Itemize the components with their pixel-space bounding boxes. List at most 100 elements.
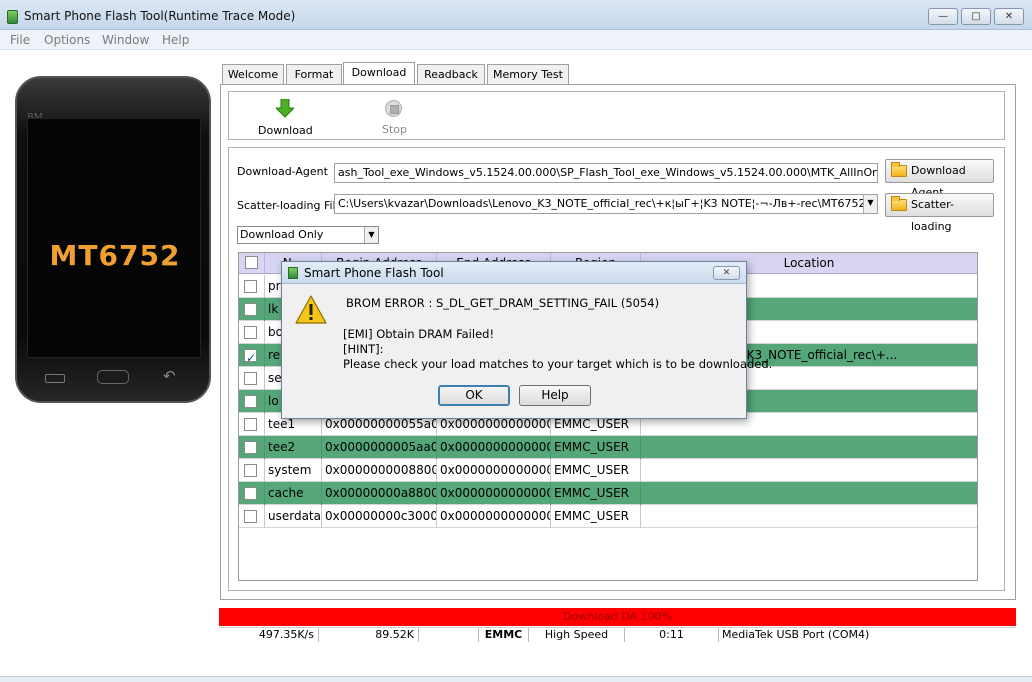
transfer-speed: 497.35K/s <box>219 628 319 642</box>
cell-region: EMMC_USER <box>551 505 641 528</box>
tab-format[interactable]: Format <box>286 64 342 84</box>
menu-options[interactable]: Options <box>44 33 90 47</box>
header-select-all[interactable] <box>239 253 265 274</box>
cell-checkbox <box>239 505 265 528</box>
menu-help[interactable]: Help <box>162 33 189 47</box>
download-arrow-icon[interactable] <box>276 99 294 119</box>
tab-download[interactable]: Download <box>343 62 415 85</box>
download-agent-label: Download-Agent <box>237 165 328 178</box>
cell-checkbox <box>239 482 265 505</box>
cell-region: EMMC_USER <box>551 459 641 482</box>
cell-checkbox <box>239 413 265 436</box>
cell-region: EMMC_USER <box>551 436 641 459</box>
partition-checkbox[interactable] <box>244 487 257 500</box>
partition-checkbox[interactable] <box>244 372 257 385</box>
cell-begin-address: 0x0000000005aa0000 <box>322 436 437 459</box>
status-blank <box>419 628 479 642</box>
select-all-checkbox[interactable] <box>245 256 258 269</box>
help-button[interactable]: Help <box>519 385 591 406</box>
transfer-size: 89.52K <box>319 628 419 642</box>
cell-end-address: 0x0000000000000000 <box>437 436 551 459</box>
title-bar: Smart Phone Flash Tool(Runtime Trace Mod… <box>0 0 1032 30</box>
cell-name: cache <box>265 482 322 505</box>
cell-name: tee2 <box>265 436 322 459</box>
download-agent-path-input[interactable]: ash_Tool_exe_Windows_v5.1524.00.000\SP_F… <box>334 163 878 183</box>
partition-checkbox[interactable] <box>244 441 257 454</box>
dialog-close-button[interactable]: ✕ <box>713 266 740 280</box>
cell-checkbox <box>239 298 265 321</box>
folder-icon <box>891 162 907 177</box>
table-row[interactable]: cache0x00000000a88000000x000000000000000… <box>239 482 977 505</box>
cell-checkbox <box>239 367 265 390</box>
partition-checkbox[interactable] <box>244 395 257 408</box>
scatter-file-label: Scatter-loading File <box>237 199 343 212</box>
table-row[interactable]: system0x00000000088000000x00000000000000… <box>239 459 977 482</box>
minimize-button[interactable]: — <box>928 8 958 25</box>
tab-welcome[interactable]: Welcome <box>222 64 284 84</box>
cell-location <box>641 459 977 482</box>
scatter-file-value: C:\Users\kvazar\Downloads\Lenovo_K3_NOTE… <box>338 197 878 210</box>
cell-checkbox <box>239 436 265 459</box>
table-row[interactable]: userdata0x00000000c30000000x000000000000… <box>239 505 977 528</box>
cell-name: userdata <box>265 505 322 528</box>
download-mode-value: Download Only <box>240 228 324 241</box>
cell-begin-address: 0x00000000a8800000 <box>322 482 437 505</box>
hint-label: [HINT]: <box>343 342 384 356</box>
error-dialog: Smart Phone Flash Tool ✕ BROM ERROR : S_… <box>281 261 772 419</box>
download-button[interactable]: Download <box>258 124 313 137</box>
dialog-title-bar: Smart Phone Flash Tool ✕ <box>282 262 746 284</box>
hint-text: Please check your load matches to your t… <box>343 357 773 371</box>
cell-begin-address: 0x0000000008800000 <box>322 459 437 482</box>
chevron-down-icon[interactable]: ▼ <box>863 195 877 213</box>
stop-button: Stop <box>382 123 408 136</box>
menu-bar: File Options Window Help <box>0 30 1032 50</box>
partition-checkbox[interactable] <box>244 280 257 293</box>
chevron-down-icon[interactable]: ▼ <box>364 227 378 243</box>
cell-end-address: 0x0000000000000000 <box>437 482 551 505</box>
cell-region: EMMC_USER <box>551 482 641 505</box>
app-icon <box>7 10 18 24</box>
app-icon <box>288 267 298 279</box>
cell-checkbox <box>239 459 265 482</box>
download-mode-select[interactable]: Download Only ▼ <box>237 226 379 244</box>
folder-icon <box>891 196 907 211</box>
scatter-file-select[interactable]: C:\Users\kvazar\Downloads\Lenovo_K3_NOTE… <box>334 194 878 214</box>
home-key-icon <box>97 370 129 384</box>
menu-window[interactable]: Window <box>102 33 149 47</box>
tab-memory-test[interactable]: Memory Test <box>487 64 569 84</box>
cell-checkbox <box>239 344 265 367</box>
progress-label: Download DA 100% <box>563 610 672 623</box>
cell-name: system <box>265 459 322 482</box>
stop-icon <box>385 100 402 117</box>
scatter-loading-button[interactable]: Scatter-loading <box>885 193 994 233</box>
ok-button[interactable]: OK <box>438 385 510 406</box>
menu-file[interactable]: File <box>10 33 30 47</box>
warning-icon <box>295 295 327 324</box>
window-title: Smart Phone Flash Tool(Runtime Trace Mod… <box>24 9 296 23</box>
table-row[interactable]: tee20x0000000005aa00000x0000000000000000… <box>239 436 977 459</box>
cell-end-address: 0x0000000000000000 <box>437 505 551 528</box>
toolbar <box>228 91 1005 140</box>
cell-location <box>641 482 977 505</box>
download-agent-button[interactable]: Download Agent <box>885 159 994 199</box>
cell-begin-address: 0x00000000c3000000 <box>322 505 437 528</box>
back-key-icon: ↶ <box>163 367 176 385</box>
cell-checkbox <box>239 390 265 413</box>
partition-checkbox[interactable] <box>244 510 257 523</box>
storage-type: EMMC <box>479 628 529 642</box>
partition-checkbox[interactable] <box>244 418 257 431</box>
scatter-loading-button-label: Scatter-loading <box>911 198 954 233</box>
tab-readback[interactable]: Readback <box>417 64 485 84</box>
maximize-button[interactable]: □ <box>961 8 991 25</box>
cell-checkbox <box>239 275 265 298</box>
partition-checkbox[interactable] <box>244 464 257 477</box>
cell-end-address: 0x0000000000000000 <box>437 459 551 482</box>
partition-checkbox[interactable] <box>244 326 257 339</box>
com-port: MediaTek USB Port (COM4) <box>722 628 870 641</box>
partition-checkbox[interactable] <box>244 303 257 316</box>
phone-graphic: BM MT6752 ↶ <box>15 76 211 403</box>
menu-key-icon <box>45 374 65 383</box>
partition-checkbox[interactable] <box>244 347 257 367</box>
close-button[interactable]: ✕ <box>994 8 1024 25</box>
phone-screen: MT6752 <box>27 118 201 358</box>
